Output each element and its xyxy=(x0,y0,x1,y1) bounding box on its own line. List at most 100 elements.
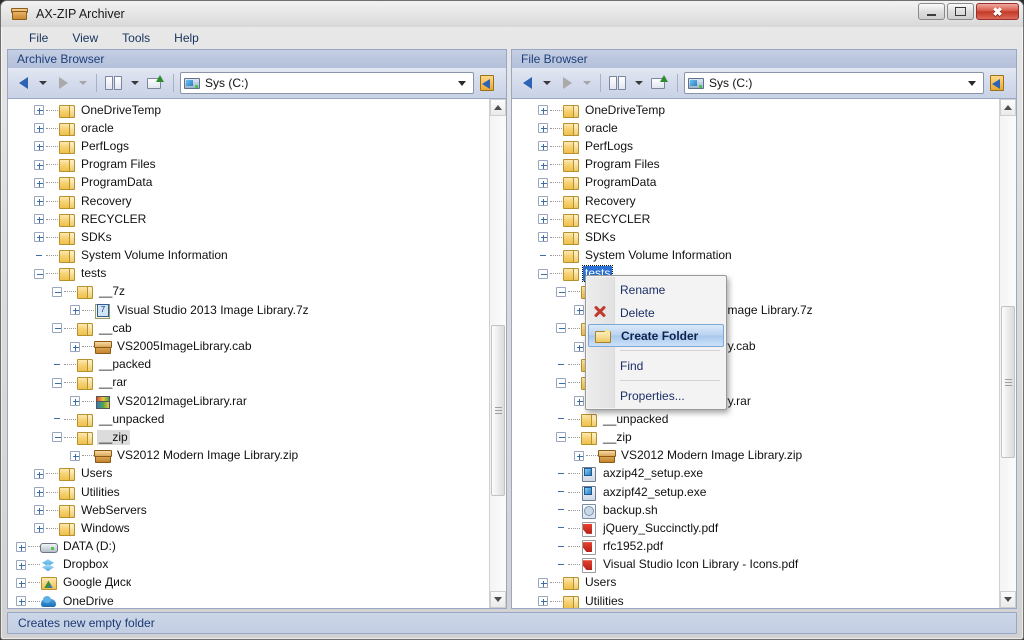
expand-icon[interactable] xyxy=(34,196,44,207)
tree-item[interactable]: Recovery xyxy=(8,192,489,210)
expand-icon[interactable] xyxy=(538,159,548,170)
expand-icon[interactable] xyxy=(34,214,44,225)
tree-item[interactable]: System Volume Information xyxy=(8,247,489,265)
expand-icon[interactable] xyxy=(574,305,584,316)
minimize-button[interactable] xyxy=(918,3,945,20)
tree-item[interactable]: __cab xyxy=(8,319,489,337)
fb-back-dropdown-icon[interactable] xyxy=(543,81,551,85)
forward-button[interactable] xyxy=(53,72,73,94)
collapse-icon[interactable] xyxy=(556,286,566,297)
tree-item[interactable]: oracle xyxy=(8,119,489,137)
expand-icon[interactable] xyxy=(538,577,548,588)
tree-item[interactable]: __rar xyxy=(8,374,489,392)
views-dropdown-icon[interactable] xyxy=(131,81,139,85)
tree-item[interactable]: axzipf42_setup.exe xyxy=(512,483,999,501)
expand-icon[interactable] xyxy=(574,450,584,461)
archive-scroll-thumb[interactable] xyxy=(491,325,505,496)
expand-icon[interactable] xyxy=(34,505,44,516)
expand-icon[interactable] xyxy=(70,305,80,316)
menu-file[interactable]: File xyxy=(19,28,58,48)
context-menu-item[interactable]: Find xyxy=(586,354,726,377)
tree-item[interactable]: ProgramData xyxy=(512,174,999,192)
tree-item[interactable]: __zip xyxy=(512,428,999,446)
expand-icon[interactable] xyxy=(70,450,80,461)
file-scroll-up-button[interactable] xyxy=(1000,99,1016,116)
collapse-icon[interactable] xyxy=(52,432,62,443)
file-scroll-thumb[interactable] xyxy=(1001,306,1015,458)
fb-forward-dropdown-icon[interactable] xyxy=(583,81,591,85)
fb-back-button[interactable] xyxy=(517,72,537,94)
expand-icon[interactable] xyxy=(16,577,26,588)
tree-item[interactable]: Visual Studio Icon Library - Icons.pdf xyxy=(512,556,999,574)
archive-scroll-track[interactable] xyxy=(490,116,506,591)
expand-icon[interactable] xyxy=(16,559,26,570)
tree-item[interactable]: VS2012 Modern Image Library.zip xyxy=(512,447,999,465)
tree-item[interactable]: Users xyxy=(8,465,489,483)
collapse-icon[interactable] xyxy=(538,268,548,279)
tree-item[interactable]: tests xyxy=(8,265,489,283)
menu-view[interactable]: View xyxy=(62,28,108,48)
tree-item[interactable]: __packed xyxy=(8,356,489,374)
archive-scroll-up-button[interactable] xyxy=(490,99,506,116)
tree-item[interactable]: oracle xyxy=(512,119,999,137)
tree-item[interactable]: SDKs xyxy=(512,228,999,246)
collapse-icon[interactable] xyxy=(556,377,566,388)
expand-icon[interactable] xyxy=(34,523,44,534)
tree-item[interactable]: Dropbox xyxy=(8,556,489,574)
archive-scroll-down-button[interactable] xyxy=(490,591,506,608)
expand-icon[interactable] xyxy=(34,141,44,152)
chevron-down-icon[interactable] xyxy=(458,80,466,86)
context-menu[interactable]: Rename Delete Create Folder Find Properties.… xyxy=(585,275,727,410)
tree-item[interactable]: OneDriveTemp xyxy=(512,101,999,119)
back-dropdown-icon[interactable] xyxy=(39,81,47,85)
fb-open-folder-button[interactable] xyxy=(987,72,1011,94)
collapse-icon[interactable] xyxy=(34,268,44,279)
tree-item[interactable]: WebServers xyxy=(8,501,489,519)
expand-icon[interactable] xyxy=(16,596,26,607)
tree-item[interactable]: Program Files xyxy=(512,156,999,174)
open-folder-button[interactable] xyxy=(477,72,501,94)
tree-item[interactable]: DATA (D:) xyxy=(8,538,489,556)
expand-icon[interactable] xyxy=(34,177,44,188)
expand-icon[interactable] xyxy=(34,487,44,498)
tree-item[interactable]: System Volume Information xyxy=(512,247,999,265)
expand-icon[interactable] xyxy=(538,141,548,152)
chevron-down-icon[interactable] xyxy=(968,80,976,86)
tree-item[interactable]: VS2012ImageLibrary.rar xyxy=(8,392,489,410)
tree-item[interactable]: Windows xyxy=(8,519,489,537)
expand-icon[interactable] xyxy=(70,341,80,352)
tree-item[interactable]: RECYCLER xyxy=(512,210,999,228)
tree-item[interactable]: OneDriveTemp xyxy=(8,101,489,119)
tree-item[interactable]: PerfLogs xyxy=(512,137,999,155)
tree-item[interactable]: Users xyxy=(512,574,999,592)
expand-icon[interactable] xyxy=(538,196,548,207)
archive-address-combo[interactable]: Sys (C:) xyxy=(180,72,474,94)
fb-up-level-button[interactable] xyxy=(649,72,671,94)
file-vscrollbar[interactable] xyxy=(999,99,1016,608)
context-menu-item[interactable]: Delete xyxy=(586,301,726,324)
tree-item[interactable]: Google Диск xyxy=(8,574,489,592)
maximize-button[interactable] xyxy=(947,3,974,20)
expand-icon[interactable] xyxy=(34,232,44,243)
tree-item[interactable]: backup.sh xyxy=(512,501,999,519)
expand-icon[interactable] xyxy=(34,105,44,116)
expand-icon[interactable] xyxy=(34,468,44,479)
menu-tools[interactable]: Tools xyxy=(112,28,160,48)
collapse-icon[interactable] xyxy=(52,286,62,297)
collapse-icon[interactable] xyxy=(556,323,566,334)
collapse-icon[interactable] xyxy=(556,432,566,443)
fb-forward-button[interactable] xyxy=(557,72,577,94)
expand-icon[interactable] xyxy=(538,214,548,225)
context-menu-item[interactable]: Rename xyxy=(586,278,726,301)
context-menu-item[interactable]: Properties... xyxy=(586,384,726,407)
tree-item[interactable]: VS2005ImageLibrary.cab xyxy=(8,337,489,355)
views-button[interactable] xyxy=(103,72,125,94)
expand-icon[interactable] xyxy=(538,232,548,243)
tree-item[interactable]: rfc1952.pdf xyxy=(512,538,999,556)
menu-help[interactable]: Help xyxy=(164,28,209,48)
tree-item[interactable]: Utilities xyxy=(8,483,489,501)
fb-views-button[interactable] xyxy=(607,72,629,94)
file-browser-address-combo[interactable]: Sys (C:) xyxy=(684,72,984,94)
tree-item[interactable]: VS2012 Modern Image Library.zip xyxy=(8,447,489,465)
file-scroll-track[interactable] xyxy=(1000,116,1016,591)
